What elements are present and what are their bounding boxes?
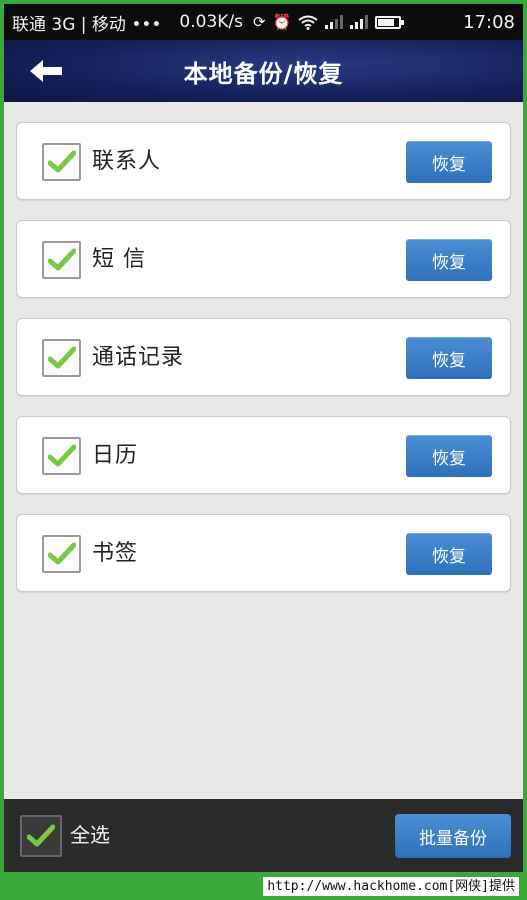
sync-icon: ⟳ <box>253 13 266 31</box>
item-label: 日历 <box>92 443 139 468</box>
watermark-text: http://www.hackhome.com[网侠]提供 <box>263 877 519 896</box>
checkmark-icon <box>47 542 76 565</box>
select-all-label[interactable]: 全选 <box>70 799 110 872</box>
page-title: 本地备份/恢复 <box>183 59 344 88</box>
back-button[interactable] <box>26 55 66 87</box>
list-item-calendar: 日历 恢复 <box>16 416 511 494</box>
restore-button[interactable]: 恢复 <box>406 435 492 477</box>
checkmark-icon <box>27 824 55 847</box>
status-icons: ⟳ ⏰ <box>253 13 405 31</box>
title-bar: 本地备份/恢复 <box>4 40 523 102</box>
checkmark-icon <box>47 346 76 369</box>
item-checkbox[interactable] <box>42 437 81 475</box>
restore-button[interactable]: 恢复 <box>406 141 492 183</box>
bottom-action-bar: 全选 批量备份 <box>4 799 523 872</box>
checkmark-icon <box>47 150 76 173</box>
list-item-contacts: 联系人 恢复 <box>16 122 511 200</box>
batch-backup-button[interactable]: 批量备份 <box>395 814 511 858</box>
item-label: 联系人 <box>92 149 162 174</box>
restore-button[interactable]: 恢复 <box>406 533 492 575</box>
status-bar: 联通 3G | 移动 ••• 0.03K/s ⟳ ⏰ 17:08 <box>4 4 523 40</box>
watermark-strip: http://www.hackhome.com[网侠]提供 <box>0 872 527 900</box>
back-arrow-icon <box>30 60 62 82</box>
list-item-sms: 短 信 恢复 <box>16 220 511 298</box>
item-label: 书签 <box>92 541 139 566</box>
item-label: 通话记录 <box>92 345 185 370</box>
checkmark-icon <box>47 248 76 271</box>
select-all-checkbox[interactable] <box>20 815 62 857</box>
network-speed: 0.03K/s <box>179 12 244 32</box>
wifi-icon <box>298 15 318 30</box>
signal-2-icon <box>350 15 369 29</box>
signal-1-icon <box>325 15 344 29</box>
checkmark-icon <box>47 444 76 467</box>
clock: 17:08 <box>463 11 515 33</box>
item-checkbox[interactable] <box>42 535 81 573</box>
item-checkbox[interactable] <box>42 143 81 181</box>
restore-button[interactable]: 恢复 <box>406 337 492 379</box>
item-checkbox[interactable] <box>42 241 81 279</box>
item-checkbox[interactable] <box>42 339 81 377</box>
phone-screen: 联通 3G | 移动 ••• 0.03K/s ⟳ ⏰ 17:08 本地备份/恢复 <box>4 4 523 872</box>
list-item-call-log: 通话记录 恢复 <box>16 318 511 396</box>
item-label: 短 信 <box>92 247 146 272</box>
carrier-text: 联通 3G | 移动 ••• <box>12 14 162 35</box>
list-item-bookmarks: 书签 恢复 <box>16 514 511 592</box>
backup-item-list: 联系人 恢复 短 信 恢复 通话记录 恢复 日历 恢复 书签 恢复 <box>16 122 511 612</box>
alarm-icon: ⏰ <box>272 13 292 31</box>
battery-icon <box>375 15 405 29</box>
restore-button[interactable]: 恢复 <box>406 239 492 281</box>
